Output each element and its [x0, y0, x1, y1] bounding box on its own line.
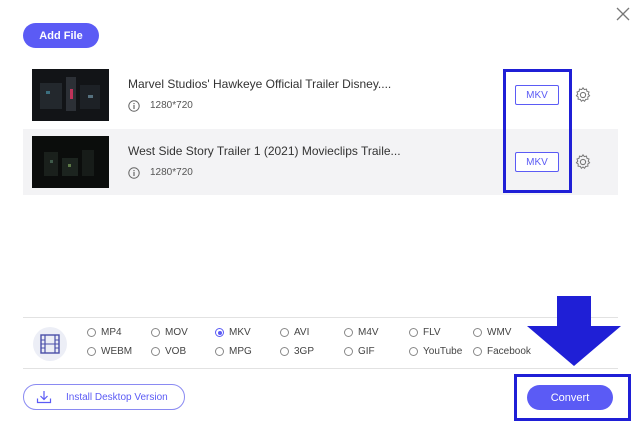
download-icon: [36, 391, 52, 404]
convert-button[interactable]: Convert: [527, 385, 613, 410]
video-thumbnail: [32, 136, 109, 188]
format-radio-m4v[interactable]: M4V: [344, 327, 379, 338]
install-desktop-label: Install Desktop Version: [66, 391, 168, 403]
output-format-badge[interactable]: MKV: [515, 152, 559, 172]
video-thumbnail: [32, 69, 109, 121]
file-row: Marvel Studios' Hawkeye Official Trailer…: [23, 62, 618, 128]
format-radio-wmv[interactable]: WMV: [473, 327, 511, 338]
file-resolution: 1280*720: [150, 100, 193, 111]
info-icon[interactable]: [128, 166, 140, 179]
format-radio-mov[interactable]: MOV: [151, 327, 188, 338]
install-desktop-button[interactable]: Install Desktop Version: [23, 384, 185, 410]
format-selection-panel: MP4 MOV MKV AVI M4V FLV WMV WEBM VOB MPG…: [23, 317, 618, 369]
format-radio-youtube[interactable]: YouTube: [409, 346, 462, 357]
file-resolution: 1280*720: [150, 167, 193, 178]
format-radio-gif[interactable]: GIF: [344, 346, 375, 357]
info-icon[interactable]: [128, 99, 140, 112]
format-radio-mp4[interactable]: MP4: [87, 327, 122, 338]
format-radio-mpg[interactable]: MPG: [215, 346, 252, 357]
close-icon[interactable]: [615, 6, 631, 22]
format-radio-3gp[interactable]: 3GP: [280, 346, 314, 357]
format-radio-mkv[interactable]: MKV: [215, 327, 251, 338]
output-format-badge[interactable]: MKV: [515, 85, 559, 105]
settings-gear-icon[interactable]: [574, 86, 592, 104]
file-title: Marvel Studios' Hawkeye Official Trailer…: [128, 77, 392, 91]
format-radio-webm[interactable]: WEBM: [87, 346, 132, 357]
format-radio-vob[interactable]: VOB: [151, 346, 186, 357]
video-format-icon: [33, 327, 67, 361]
file-row: West Side Story Trailer 1 (2021) Moviecl…: [23, 129, 618, 195]
add-file-button[interactable]: Add File: [23, 23, 99, 48]
format-radio-avi[interactable]: AVI: [280, 327, 309, 338]
settings-gear-icon[interactable]: [574, 153, 592, 171]
format-radio-flv[interactable]: FLV: [409, 327, 441, 338]
format-radio-facebook[interactable]: Facebook: [473, 346, 531, 357]
file-title: West Side Story Trailer 1 (2021) Moviecl…: [128, 144, 401, 158]
